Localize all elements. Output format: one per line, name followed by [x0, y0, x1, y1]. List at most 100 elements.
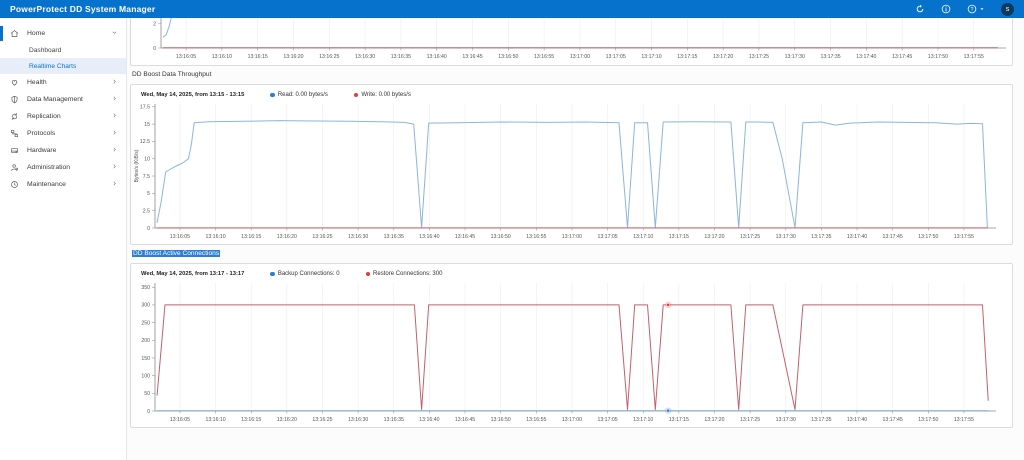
chevron-right-icon: [111, 95, 118, 104]
partial-chart[interactable]: 13:16:0513:16:1013:16:1513:16:2013:16:25…: [131, 18, 1011, 64]
help-icon[interactable]: ?: [967, 4, 985, 14]
svg-text:13:17:20: 13:17:20: [704, 234, 724, 240]
svg-text:13:16:25: 13:16:25: [312, 417, 332, 423]
backup-series-dot: [270, 272, 275, 277]
app-title: PowerProtect DD System Manager: [10, 4, 155, 14]
chevron-right-icon: [111, 129, 118, 138]
throughput-legend: Wed, May 14, 2025, from 13:15 - 13:15 Re…: [131, 85, 1012, 98]
svg-text:13:17:25: 13:17:25: [740, 234, 760, 240]
protocols-icon: [10, 129, 19, 138]
connections-chart[interactable]: 13:16:0513:16:1013:16:1513:16:2013:16:25…: [131, 277, 1012, 427]
info-icon[interactable]: [941, 4, 951, 14]
legend-item-read: Read: 0.00 bytes/s: [270, 92, 328, 98]
svg-text:13:16:15: 13:16:15: [241, 417, 261, 423]
sidebar-item-protocols[interactable]: Protocols: [0, 125, 126, 142]
svg-text:13:16:20: 13:16:20: [283, 54, 303, 60]
user-admin-icon: [10, 163, 19, 172]
svg-text:13:17:45: 13:17:45: [883, 417, 903, 423]
svg-text:13:17:00: 13:17:00: [570, 54, 590, 60]
svg-text:13:16:35: 13:16:35: [391, 54, 411, 60]
svg-text:13:16:25: 13:16:25: [312, 234, 332, 240]
read-series-dot: [270, 93, 275, 98]
svg-text:13:17:45: 13:17:45: [883, 234, 903, 240]
sidebar-item-hardware[interactable]: Hardware: [0, 142, 126, 159]
svg-text:13:17:15: 13:17:15: [669, 234, 689, 240]
chevron-down-icon: [111, 29, 118, 38]
svg-text:0: 0: [147, 226, 150, 232]
svg-text:2: 2: [153, 21, 156, 27]
svg-text:12.5: 12.5: [140, 139, 150, 145]
svg-text:10: 10: [144, 157, 150, 163]
svg-text:13:16:25: 13:16:25: [319, 54, 339, 60]
sidebar-item-data-management[interactable]: Data Management: [0, 91, 126, 108]
svg-text:13:16:45: 13:16:45: [462, 54, 482, 60]
legend-date: Wed, May 14, 2025, from 13:15 - 13:15: [141, 92, 244, 98]
shield-icon: [10, 95, 19, 104]
sidebar-item-administration[interactable]: Administration: [0, 159, 126, 176]
chevron-right-icon: [111, 78, 118, 87]
sidebar-item-replication[interactable]: Replication: [0, 108, 126, 125]
svg-text:13:17:35: 13:17:35: [811, 234, 831, 240]
sidebar-item-home[interactable]: Home: [0, 25, 126, 42]
chart-card-throughput: Wed, May 14, 2025, from 13:15 - 13:15 Re…: [130, 84, 1013, 245]
svg-text:13:16:45: 13:16:45: [455, 417, 475, 423]
main-content: 13:16:05 13:16:10 13:16:15 13:16:20 13:16:25…: [127, 18, 1024, 460]
svg-text:13:16:10: 13:16:10: [205, 417, 225, 423]
svg-text:13:17:25: 13:17:25: [740, 417, 760, 423]
svg-text:13:16:10: 13:16:10: [212, 54, 232, 60]
home-icon: [10, 29, 19, 38]
svg-text:200: 200: [141, 338, 150, 344]
svg-text:13:16:50: 13:16:50: [491, 234, 511, 240]
app-header: PowerProtect DD System Manager ? s: [0, 0, 1024, 18]
svg-text:150: 150: [141, 356, 150, 362]
chart-title-connections: DD Boost Active Connections: [132, 250, 1013, 259]
sync-icon: [10, 112, 19, 121]
chart-title-throughput: DD Boost Data Throughput: [132, 71, 1013, 80]
svg-text:13:17:45: 13:17:45: [892, 54, 912, 60]
sidebar-item-dashboard[interactable]: Dashboard: [0, 42, 126, 58]
svg-text:5: 5: [147, 191, 150, 197]
svg-text:13:17:40: 13:17:40: [856, 54, 876, 60]
svg-text:0: 0: [153, 46, 156, 52]
svg-text:13:16:10: 13:16:10: [205, 234, 225, 240]
sidebar-item-realtime-charts[interactable]: Realtime Charts: [0, 58, 126, 74]
svg-text:13:16:05: 13:16:05: [170, 417, 190, 423]
svg-text:13:17:20: 13:17:20: [713, 54, 733, 60]
refresh-icon[interactable]: [915, 4, 925, 14]
svg-text:13:17:50: 13:17:50: [918, 234, 938, 240]
svg-text:7.5: 7.5: [143, 174, 150, 180]
svg-text:13:16:30: 13:16:30: [355, 54, 375, 60]
svg-text:Bytes/s (KiB/s): Bytes/s (KiB/s): [134, 149, 140, 182]
legend-item-write: Write: 0.00 bytes/s: [354, 92, 411, 98]
write-series-dot: [354, 93, 359, 98]
throughput-chart[interactable]: 13:16:0513:16:1013:16:1513:16:2013:16:25…: [131, 98, 1012, 244]
chart-card-connections: Wed, May 14, 2025, from 13:17 - 13:17 Ba…: [130, 263, 1013, 428]
sidebar-item-maintenance[interactable]: Maintenance: [0, 176, 126, 193]
svg-text:13:16:05: 13:16:05: [170, 234, 190, 240]
sidebar-item-health[interactable]: Health: [0, 74, 126, 91]
svg-text:250: 250: [141, 320, 150, 326]
chart-card-partial: 13:16:0513:16:1013:16:1513:16:2013:16:25…: [130, 18, 1013, 66]
svg-text:13:17:00: 13:17:00: [562, 417, 582, 423]
svg-text:13:17:50: 13:17:50: [918, 417, 938, 423]
heart-icon: [10, 78, 19, 87]
svg-text:15: 15: [144, 122, 150, 128]
user-avatar[interactable]: s: [1001, 3, 1014, 16]
connections-legend: Wed, May 14, 2025, from 13:17 - 13:17 Ba…: [131, 264, 1012, 277]
svg-text:13:16:55: 13:16:55: [534, 54, 554, 60]
svg-text:100: 100: [141, 373, 150, 379]
svg-text:13:17:10: 13:17:10: [633, 234, 653, 240]
svg-text:13:16:45: 13:16:45: [455, 234, 475, 240]
svg-text:13:17:30: 13:17:30: [785, 54, 805, 60]
svg-text:13:17:30: 13:17:30: [776, 234, 796, 240]
svg-text:13:16:05: 13:16:05: [176, 54, 196, 60]
svg-text:13:17:35: 13:17:35: [820, 54, 840, 60]
svg-text:13:17:40: 13:17:40: [847, 417, 867, 423]
svg-text:13:16:50: 13:16:50: [498, 54, 518, 60]
svg-text:13:16:35: 13:16:35: [384, 234, 404, 240]
svg-text:13:17:55: 13:17:55: [964, 54, 984, 60]
svg-text:13:17:30: 13:17:30: [776, 417, 796, 423]
svg-text:13:17:25: 13:17:25: [749, 54, 769, 60]
svg-text:13:16:40: 13:16:40: [419, 234, 439, 240]
sidebar: Home Dashboard Realtime Charts Health Da…: [0, 18, 127, 460]
